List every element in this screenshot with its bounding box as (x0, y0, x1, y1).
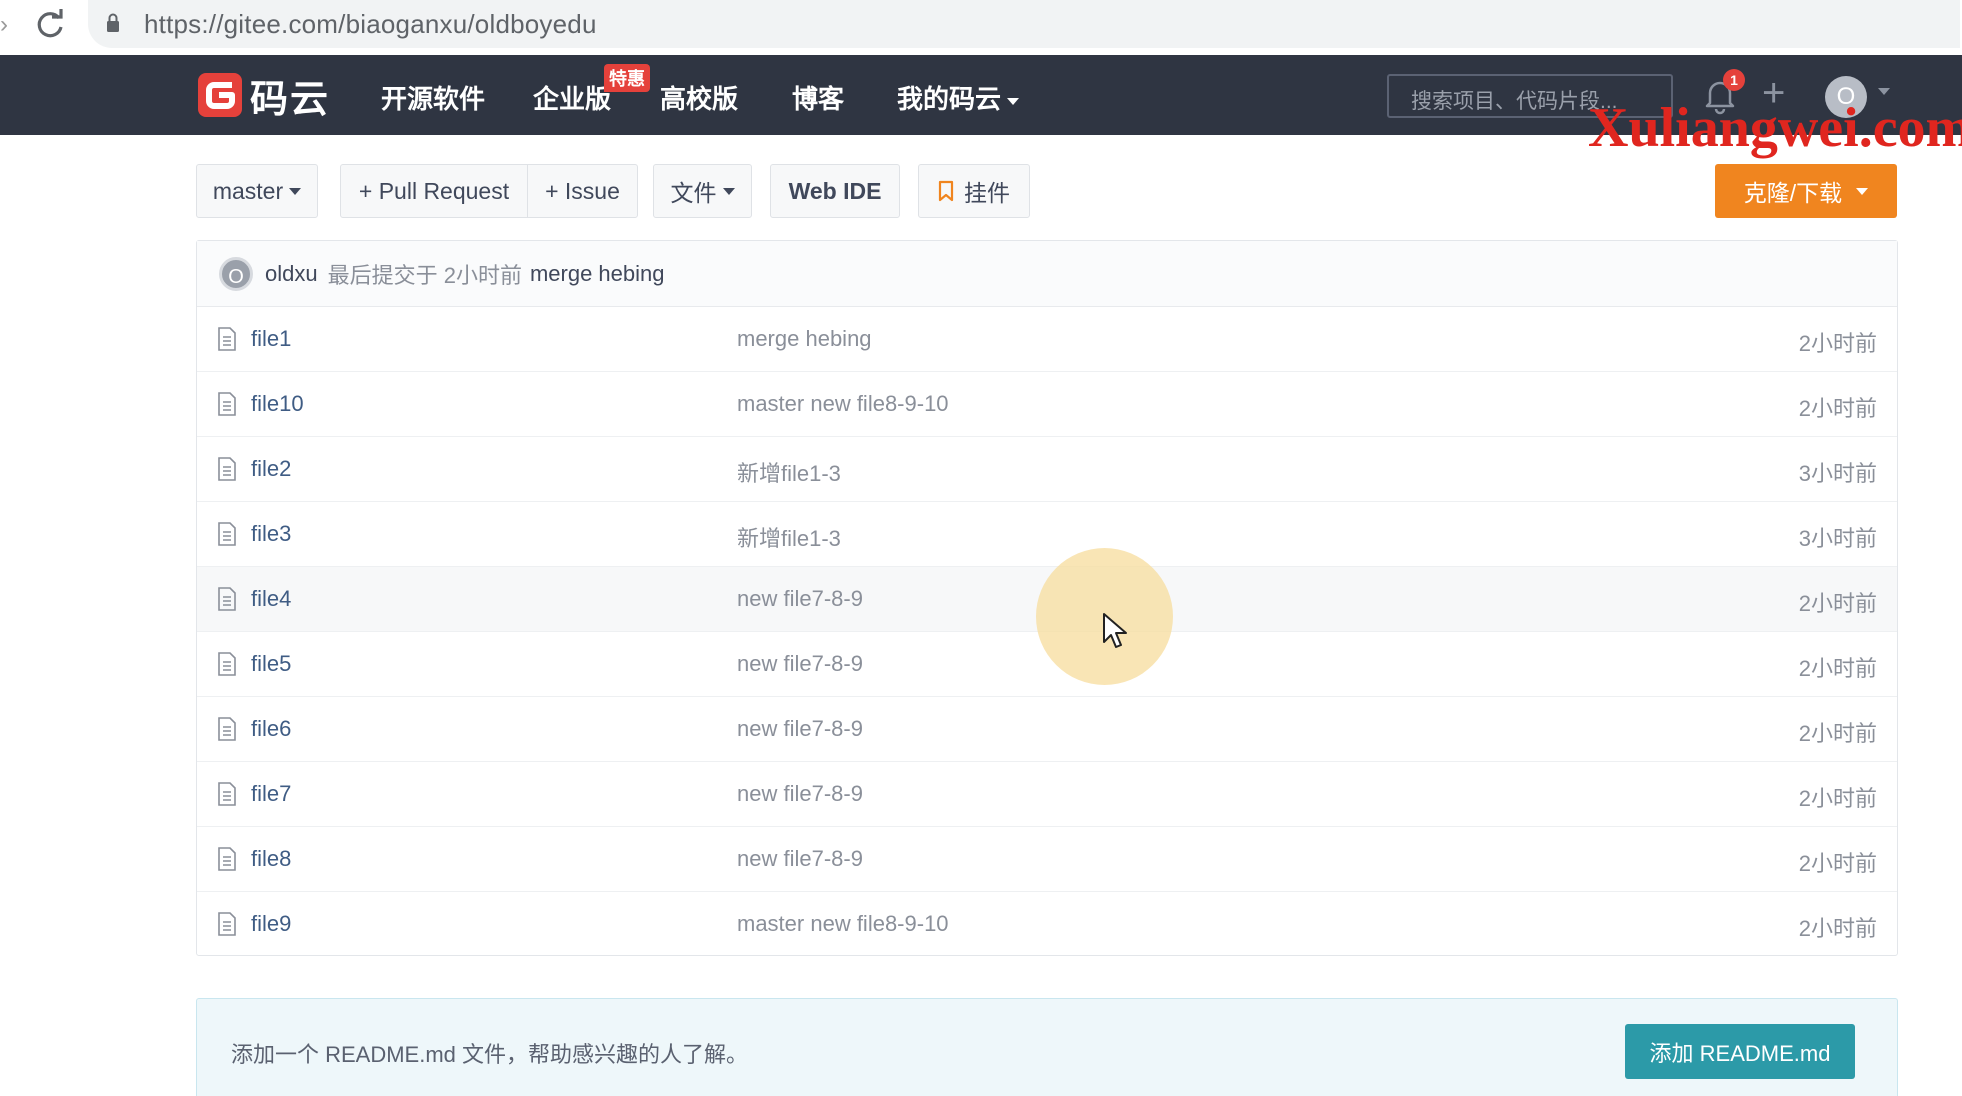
promo-badge: 特惠 (604, 64, 650, 92)
nav-my-gitee-label: 我的码云 (897, 84, 1002, 114)
file-commit-message[interactable]: new file7-8-9 (737, 716, 863, 742)
file-name-link[interactable]: file1 (251, 326, 291, 352)
file-name-link[interactable]: file10 (251, 391, 304, 417)
chevron-down-icon (1856, 187, 1869, 195)
table-row[interactable]: file3 新增file1-3 3小时前 (197, 502, 1897, 567)
table-row[interactable]: file9 master new file8-9-10 2小时前 (197, 892, 1897, 957)
url-text: https://gitee.com/biaoganxu/oldboyedu (144, 9, 597, 39)
add-readme-button[interactable]: 添加 README.md (1625, 1024, 1855, 1079)
file-name-link[interactable]: file5 (251, 651, 291, 677)
file-icon (218, 522, 236, 546)
nav-open-source[interactable]: 开源软件 (381, 79, 485, 116)
nav-my-gitee[interactable]: 我的码云 (897, 79, 1020, 116)
file-name-link[interactable]: file8 (251, 846, 291, 872)
file-icon (218, 457, 236, 481)
file-commit-message[interactable]: master new file8-9-10 (737, 391, 949, 417)
gitee-logo[interactable]: 码云 (198, 70, 331, 121)
chevron-down-icon (289, 187, 302, 195)
commit-author[interactable]: oldxu (265, 261, 318, 287)
file-commit-time: 2小时前 (1798, 396, 1877, 421)
widget-button[interactable]: 挂件 (918, 164, 1030, 218)
branch-label: master (212, 177, 284, 204)
file-menu-button[interactable]: 文件 (653, 164, 752, 218)
clone-label: 克隆/下载 (1743, 180, 1843, 206)
file-icon (218, 327, 236, 351)
widget-label: 挂件 (964, 180, 1010, 206)
latest-commit: O oldxu 最后提交于 2小时前 merge hebing (197, 241, 1897, 307)
file-icon (218, 587, 236, 611)
table-row[interactable]: file2 新增file1-3 3小时前 (197, 437, 1897, 502)
readme-hint: 添加一个 README.md 文件，帮助感兴趣的人了解。 (231, 1042, 749, 1067)
table-row[interactable]: file6 new file7-8-9 2小时前 (197, 697, 1897, 762)
web-ide-button[interactable]: Web IDE (770, 164, 900, 218)
watermark: Xuliangwei.com (1588, 97, 1962, 159)
lock-icon (107, 13, 119, 32)
file-name-link[interactable]: file4 (251, 586, 291, 612)
forward-arrow-icon[interactable]: › (0, 10, 14, 40)
file-commit-message[interactable]: new file7-8-9 (737, 651, 863, 677)
file-commit-time: 2小时前 (1798, 656, 1877, 681)
file-commit-time: 2小时前 (1798, 591, 1877, 616)
chevron-down-icon[interactable] (1878, 88, 1890, 95)
file-name-link[interactable]: file6 (251, 716, 291, 742)
file-icon (218, 912, 236, 936)
file-name-link[interactable]: file9 (251, 911, 291, 937)
readme-banner: 添加一个 README.md 文件，帮助感兴趣的人了解。 添加 README.m… (196, 998, 1898, 1096)
file-commit-message[interactable]: 新增file1-3 (737, 521, 841, 553)
logo-text: 码云 (250, 78, 331, 121)
branch-select[interactable]: master (196, 164, 318, 218)
chevron-down-icon (722, 187, 735, 195)
file-icon (218, 847, 236, 871)
file-commit-message[interactable]: new file7-8-9 (737, 586, 863, 612)
file-commit-time: 2小时前 (1798, 331, 1877, 356)
reload-icon[interactable] (32, 6, 70, 44)
nav-education[interactable]: 高校版 (660, 79, 738, 116)
file-icon (218, 782, 236, 806)
nav-blog[interactable]: 博客 (792, 79, 844, 116)
file-commit-time: 2小时前 (1798, 916, 1877, 941)
nav-enterprise[interactable]: 企业版 (533, 79, 611, 116)
gitee-logo-icon (198, 73, 242, 117)
avatar[interactable]: O (219, 256, 253, 291)
commit-time: 最后提交于 2小时前 (327, 262, 522, 288)
file-commit-time: 2小时前 (1798, 786, 1877, 811)
bookmark-icon (938, 180, 954, 202)
table-row[interactable]: file1 merge hebing 2小时前 (197, 307, 1897, 372)
file-commit-message[interactable]: merge hebing (737, 326, 872, 352)
notification-badge: 1 (1723, 69, 1745, 91)
new-issue-button[interactable]: + Issue (527, 164, 638, 218)
file-commit-message[interactable]: new file7-8-9 (737, 846, 863, 872)
file-name-link[interactable]: file2 (251, 456, 291, 482)
clone-download-button[interactable]: 克隆/下载 (1715, 164, 1897, 218)
new-pull-request-button[interactable]: + Pull Request (340, 164, 528, 218)
table-row[interactable]: file10 master new file8-9-10 2小时前 (197, 372, 1897, 437)
file-commit-time: 2小时前 (1798, 721, 1877, 746)
file-commit-message[interactable]: 新增file1-3 (737, 456, 841, 488)
chevron-down-icon (1007, 97, 1020, 105)
table-row[interactable]: file8 new file7-8-9 2小时前 (197, 827, 1897, 892)
file-menu-label: 文件 (670, 180, 717, 206)
mouse-cursor-icon (1103, 613, 1127, 648)
file-icon (218, 652, 236, 676)
file-commit-message[interactable]: master new file8-9-10 (737, 911, 949, 937)
file-commit-time: 3小时前 (1798, 461, 1877, 486)
browser-toolbar: › https://gitee.com/biaoganxu/oldboyedu (0, 0, 1962, 55)
file-icon (218, 392, 236, 416)
table-row[interactable]: file7 new file7-8-9 2小时前 (197, 762, 1897, 827)
file-name-link[interactable]: file3 (251, 521, 291, 547)
commit-message[interactable]: merge hebing (530, 261, 665, 287)
address-bar[interactable]: https://gitee.com/biaoganxu/oldboyedu (88, 0, 1960, 48)
file-name-link[interactable]: file7 (251, 781, 291, 807)
file-commit-time: 2小时前 (1798, 851, 1877, 876)
file-icon (218, 717, 236, 741)
file-commit-time: 3小时前 (1798, 526, 1877, 551)
file-commit-message[interactable]: new file7-8-9 (737, 781, 863, 807)
